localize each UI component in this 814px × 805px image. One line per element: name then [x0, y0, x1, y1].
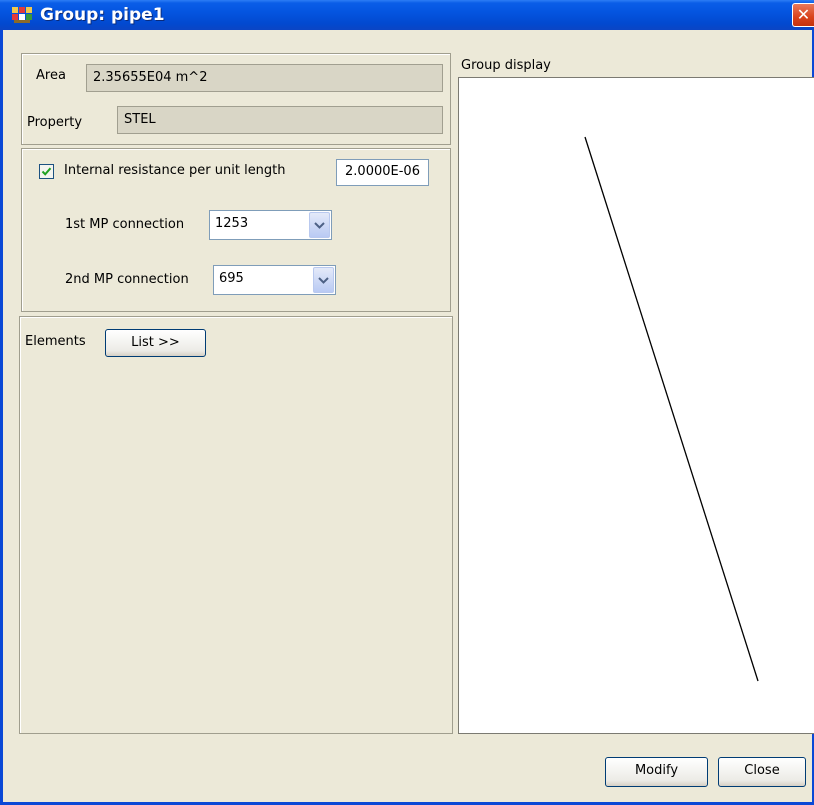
mp2-select[interactable]: 695 — [213, 265, 336, 295]
app-icon — [12, 7, 32, 23]
mp2-label: 2nd MP connection — [65, 272, 189, 287]
modify-button[interactable]: Modify — [605, 757, 708, 787]
list-button[interactable]: List >> — [105, 329, 206, 357]
close-button[interactable]: Close — [718, 757, 806, 787]
elements-label: Elements — [25, 334, 86, 349]
window-title: Group: pipe1 — [40, 5, 165, 25]
property-label: Property — [27, 115, 83, 130]
property-field: STEL — [117, 106, 443, 134]
chevron-down-icon[interactable] — [313, 267, 334, 293]
title-bar[interactable]: Group: pipe1 ✕ — [0, 0, 814, 30]
checkmark-icon — [41, 167, 52, 176]
pipe-line — [584, 136, 759, 682]
resistance-checkbox[interactable] — [39, 164, 54, 179]
mp1-value: 1253 — [215, 216, 249, 231]
resistance-input[interactable]: 2.0000E-06 — [336, 159, 429, 186]
group-display-canvas — [458, 77, 814, 734]
group-display-title: Group display — [461, 58, 551, 73]
close-icon[interactable]: ✕ — [792, 3, 814, 27]
mp1-select[interactable]: 1253 — [209, 210, 332, 240]
resistance-label: Internal resistance per unit length — [64, 163, 286, 178]
elements-panel — [19, 316, 453, 734]
chevron-down-icon[interactable] — [309, 212, 330, 238]
area-field: 2.35655E04 m^2 — [86, 64, 443, 92]
group-dialog: Group: pipe1 ✕ Area 2.35655E04 m^2 Prope… — [0, 0, 814, 805]
mp2-value: 695 — [219, 271, 244, 286]
area-label: Area — [36, 68, 66, 83]
mp1-label: 1st MP connection — [65, 217, 185, 232]
